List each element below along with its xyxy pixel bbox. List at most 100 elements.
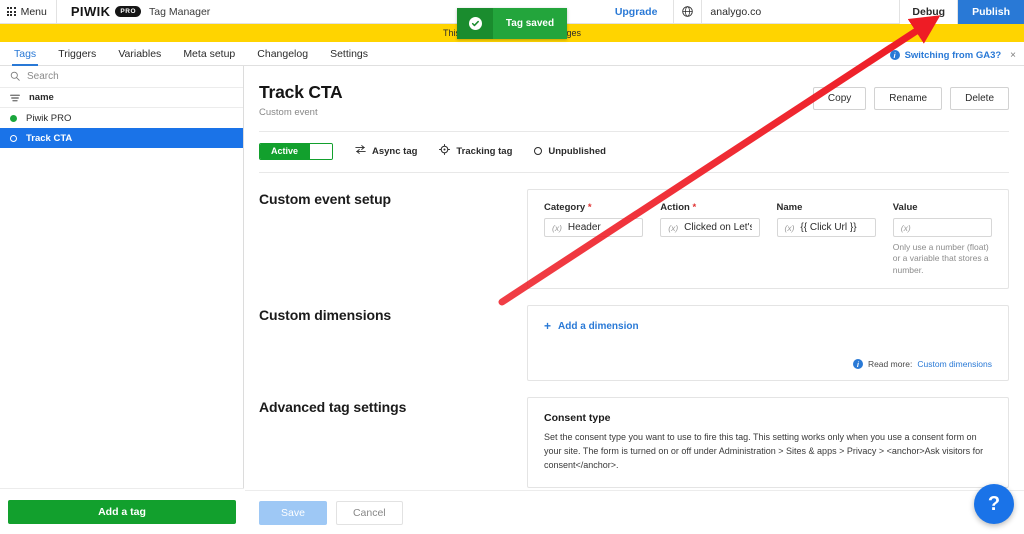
app-name: Tag Manager xyxy=(149,6,210,18)
action-input[interactable]: (x) Clicked on Let's talk xyxy=(660,218,759,237)
name-input[interactable]: (x) {{ Click Url }} xyxy=(777,218,876,237)
grid-menu-icon xyxy=(7,7,16,16)
search-placeholder: Search xyxy=(27,71,59,82)
brand-pro-badge: PRO xyxy=(115,6,141,17)
field-category: Category * (x) Header xyxy=(544,202,643,276)
add-dimension-label: Add a dimension xyxy=(558,321,639,332)
toast-notification: Tag saved xyxy=(457,8,567,39)
field-label: Category * xyxy=(544,202,643,213)
field-value: Value (x) Only use a number (float) or a… xyxy=(893,202,992,276)
site-name: analygo.co xyxy=(702,6,899,18)
globe-icon xyxy=(674,0,702,24)
category-value: Header xyxy=(568,222,601,233)
sidebar-column-header[interactable]: name xyxy=(0,88,243,108)
copy-button[interactable]: Copy xyxy=(813,87,866,110)
column-header-name: name xyxy=(29,92,54,103)
tag-status-row: Active Async tag xyxy=(245,132,1024,160)
tab-changelog[interactable]: Changelog xyxy=(257,42,308,66)
meta-async-tag: Async tag xyxy=(355,142,417,160)
help-button[interactable]: ? xyxy=(974,484,1014,524)
add-tag-container: Add a tag xyxy=(0,488,244,534)
field-label-text: Action xyxy=(660,202,690,213)
ga3-notice: i Switching from GA3? × xyxy=(890,44,1020,66)
plus-icon: + xyxy=(544,320,551,332)
section-title: Advanced tag settings xyxy=(259,397,527,488)
brand-logo[interactable]: PIWIK PRO Tag Manager xyxy=(71,4,210,19)
tab-meta-setup[interactable]: Meta setup xyxy=(183,42,235,66)
read-more-row: i Read more: Custom dimensions xyxy=(853,359,992,369)
meta-label: Unpublished xyxy=(548,146,606,157)
main-pane: Track CTA Custom event Copy Rename Delet… xyxy=(245,66,1024,534)
search-input[interactable]: Search xyxy=(0,66,243,88)
info-icon: i xyxy=(890,50,900,60)
consent-type-title: Consent type xyxy=(544,412,992,424)
custom-dimensions-card: + Add a dimension i Read more: Custom di… xyxy=(527,305,1009,381)
app-root: Menu PIWIK PRO Tag Manager Upgrade analy… xyxy=(0,0,1024,534)
status-dot-active-icon xyxy=(10,115,17,122)
consent-type-card: Consent type Set the consent type you wa… xyxy=(527,397,1009,488)
rename-button[interactable]: Rename xyxy=(874,87,942,110)
info-icon: i xyxy=(853,359,863,369)
field-action: Action * (x) Clicked on Let's talk xyxy=(660,202,759,276)
field-label: Name xyxy=(777,202,876,213)
form-action-bar: Save Cancel xyxy=(245,490,1024,534)
read-more-text: Read more: xyxy=(868,359,912,369)
list-item[interactable]: Track CTA xyxy=(0,128,243,148)
debug-button[interactable]: Debug xyxy=(900,0,958,24)
field-label-text: Category xyxy=(544,202,585,213)
variable-glyph-icon: (x) xyxy=(785,223,795,233)
tab-triggers[interactable]: Triggers xyxy=(58,42,96,66)
consent-type-description: Set the consent type you want to use to … xyxy=(544,431,992,473)
tab-variables[interactable]: Variables xyxy=(118,42,161,66)
menu-label: Menu xyxy=(21,6,47,18)
meta-unpublished: Unpublished xyxy=(534,146,606,157)
tab-tags[interactable]: Tags xyxy=(14,42,36,66)
field-name: Name (x) {{ Click Url }} xyxy=(777,202,876,276)
active-toggle-label: Active xyxy=(260,144,309,159)
required-marker: * xyxy=(690,202,696,213)
top-bar-right: Upgrade analygo.co Debug Publish xyxy=(615,0,1024,24)
field-label: Value xyxy=(893,202,992,213)
toggle-knob xyxy=(309,144,332,159)
value-hint: Only use a number (float) or a variable … xyxy=(893,242,992,276)
delete-button[interactable]: Delete xyxy=(950,87,1009,110)
value-input[interactable]: (x) xyxy=(893,218,992,237)
menu-button[interactable]: Menu xyxy=(0,0,57,24)
toast-body: Tag saved xyxy=(493,8,567,39)
custom-dimensions-link[interactable]: Custom dimensions xyxy=(917,359,992,369)
search-icon xyxy=(10,68,20,86)
name-value: {{ Click Url }} xyxy=(800,222,856,233)
sort-icon xyxy=(10,89,20,107)
active-toggle[interactable]: Active xyxy=(259,143,333,160)
required-marker: * xyxy=(585,202,591,213)
variable-glyph-icon: (x) xyxy=(901,223,911,233)
meta-label: Tracking tag xyxy=(456,146,512,157)
close-icon[interactable]: × xyxy=(1006,50,1020,61)
variable-glyph-icon: (x) xyxy=(552,223,562,233)
section-custom-event-setup: Custom event setup Category * (x) Header xyxy=(245,173,1024,289)
cancel-button[interactable]: Cancel xyxy=(336,501,403,525)
ga3-notice-link[interactable]: Switching from GA3? xyxy=(905,50,1002,61)
add-tag-button[interactable]: Add a tag xyxy=(8,500,236,524)
upgrade-link[interactable]: Upgrade xyxy=(615,6,658,18)
section-title: Custom dimensions xyxy=(259,305,527,381)
list-item-label: Track CTA xyxy=(26,133,72,144)
save-button[interactable]: Save xyxy=(259,501,327,525)
main-scroll-area[interactable]: Track CTA Custom event Copy Rename Delet… xyxy=(245,66,1024,490)
site-selector[interactable]: analygo.co xyxy=(673,0,900,24)
check-circle-icon xyxy=(469,17,482,30)
target-icon xyxy=(439,142,450,160)
list-item[interactable]: Piwik PRO xyxy=(0,108,243,128)
section-advanced-tag-settings: Advanced tag settings Consent type Set t… xyxy=(245,381,1024,488)
field-label: Action * xyxy=(660,202,759,213)
publish-button[interactable]: Publish xyxy=(958,0,1024,24)
variable-glyph-icon: (x) xyxy=(668,223,678,233)
async-icon xyxy=(355,142,366,160)
circle-icon xyxy=(534,147,542,155)
tab-settings[interactable]: Settings xyxy=(330,42,368,66)
action-value: Clicked on Let's talk xyxy=(684,222,751,233)
category-input[interactable]: (x) Header xyxy=(544,218,643,237)
add-dimension-button[interactable]: + Add a dimension xyxy=(544,320,992,332)
list-item-label: Piwik PRO xyxy=(26,113,71,124)
header-actions: Copy Rename Delete xyxy=(813,87,1009,110)
